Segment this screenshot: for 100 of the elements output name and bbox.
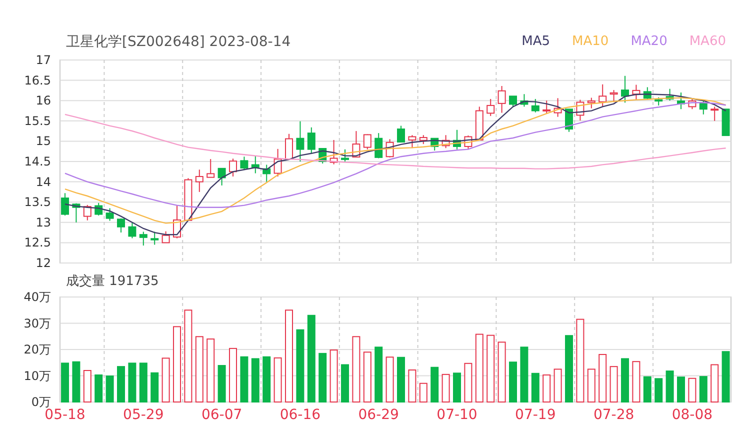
candlestick (509, 96, 517, 108)
axis-label: 20万 (24, 342, 51, 356)
date-label: 07-19 (515, 407, 556, 423)
date-label: 06-07 (201, 407, 242, 423)
volume-bar (419, 382, 428, 402)
candlestick (285, 133, 293, 160)
volume-bar (565, 335, 573, 402)
candlestick (587, 97, 596, 109)
volume-bar (195, 336, 204, 402)
volume-bar (94, 374, 103, 402)
candlestick (307, 126, 316, 154)
candlestick (677, 92, 685, 110)
candlestick (498, 85, 506, 114)
volume-bar (218, 365, 226, 402)
axis-label: 15.5 (24, 114, 51, 128)
volume-bar (722, 351, 730, 402)
axis-label: 40万 (24, 292, 51, 304)
volume-bar (72, 361, 80, 402)
axis-label: 0万 (31, 395, 51, 409)
volume-bar (274, 357, 282, 402)
candlestick (229, 158, 237, 178)
candlestick (520, 94, 528, 108)
date-label: 07-28 (593, 407, 634, 423)
legend-label: MA20 (630, 34, 668, 50)
candlestick (218, 168, 226, 186)
candlestick (206, 158, 215, 178)
axis-label: 14 (36, 174, 51, 189)
volume-bar (610, 366, 618, 402)
axis-label: 15 (36, 134, 51, 148)
volume-bar (688, 378, 696, 402)
volume-bar (397, 356, 405, 402)
legend-label: MA60 (689, 34, 726, 50)
candlestick (610, 90, 618, 103)
volume-bar (430, 366, 439, 402)
volume-bar (509, 362, 517, 402)
volume-bar (643, 376, 652, 402)
volume-bar (598, 354, 607, 402)
volume-bar (229, 348, 237, 402)
volume-bar (542, 374, 551, 402)
candlestick (296, 120, 304, 162)
candlestick (654, 96, 663, 106)
candlestick (688, 98, 696, 110)
volume-bar (139, 362, 148, 402)
volume-bar (666, 370, 674, 402)
candlestick (94, 202, 103, 216)
volume-bar (677, 376, 685, 402)
candlestick (184, 178, 192, 221)
candlestick (117, 218, 125, 234)
candlestick (666, 88, 674, 102)
candlestick (374, 132, 383, 159)
volume-bar (486, 334, 495, 402)
candlestick (408, 134, 416, 149)
candlestick (195, 169, 204, 192)
volume-bar (464, 362, 472, 402)
candlestick (419, 134, 428, 145)
volume-bar (654, 378, 663, 402)
candlestick (442, 134, 450, 149)
candlestick (363, 134, 372, 150)
volume-bar (318, 352, 327, 402)
volume-bar (453, 372, 461, 402)
candlestick (162, 230, 170, 244)
date-label: 07-10 (436, 407, 478, 423)
volume-bar (251, 358, 260, 402)
candlestick (274, 148, 282, 178)
volume-bar (699, 376, 708, 402)
axis-label: 13 (36, 215, 51, 230)
candlestick (699, 100, 708, 115)
volume-bar (83, 370, 92, 402)
volume-bar (162, 358, 170, 402)
volume-title: 成交量 191735 (65, 273, 160, 291)
volume-bar (408, 369, 416, 402)
candlestick (722, 108, 730, 136)
candlestick (262, 164, 271, 182)
candlestick (453, 129, 461, 150)
volume-bar (531, 372, 540, 402)
candlestick (576, 99, 584, 121)
volume-bar (554, 368, 562, 402)
date-label: 05-18 (44, 407, 86, 423)
date-label: 05-29 (123, 407, 164, 423)
chart-title: 卫星化学[SZ002648] 2023-08-14 (66, 34, 291, 50)
candlestick (128, 222, 136, 239)
volume-bar (475, 334, 484, 402)
axis-label: 12 (36, 256, 51, 270)
volume-bar (520, 346, 528, 402)
volume-bar (240, 356, 248, 402)
axis-label: 16.5 (24, 73, 51, 88)
volume-bar (150, 372, 159, 402)
volume-bar (341, 364, 349, 402)
axis-label: 17 (36, 53, 51, 67)
candlestick (542, 100, 551, 114)
candlestick (643, 86, 652, 100)
legend-label: MA5 (522, 34, 550, 50)
candlestick (72, 202, 80, 223)
axis-label: 10万 (24, 368, 51, 383)
date-label: 06-29 (358, 407, 399, 423)
axis-label: 14.5 (24, 154, 51, 168)
candlestick (106, 208, 114, 222)
candlestick (139, 231, 148, 246)
volume-bar (374, 346, 383, 402)
candlestick (397, 125, 405, 142)
